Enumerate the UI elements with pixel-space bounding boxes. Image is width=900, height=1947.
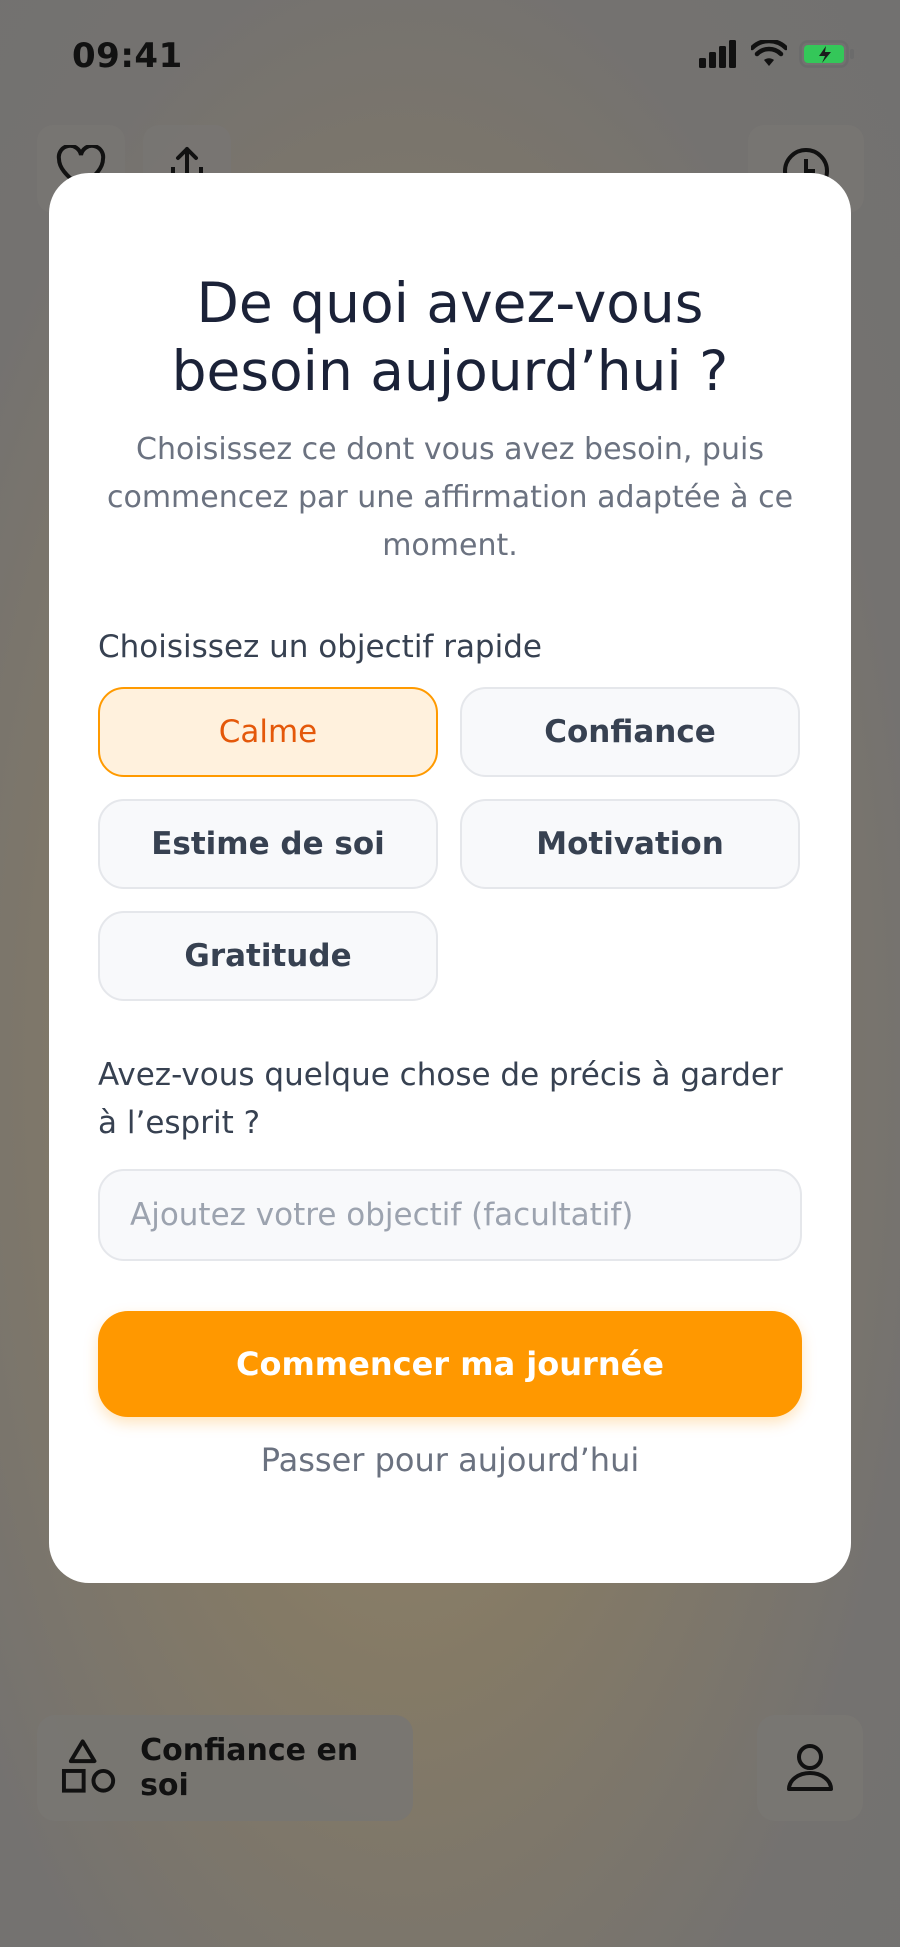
goal-chip-calme[interactable]: Calme [98, 687, 438, 777]
status-icons [699, 40, 855, 68]
battery-charging-icon [799, 40, 854, 68]
signal-icon [699, 40, 736, 68]
profile-button[interactable] [757, 1715, 863, 1821]
status-time: 09:41 [72, 36, 183, 76]
goal-chip-motivation[interactable]: Motivation [460, 799, 800, 889]
quick-goal-label: Choisissez un objectif rapide [98, 629, 542, 665]
goal-chip-gratitude[interactable]: Gratitude [98, 911, 438, 1001]
modal-subtitle: Choisissez ce dont vous avez besoin, pui… [106, 432, 794, 563]
category-button[interactable]: Confiance en soi [37, 1715, 413, 1821]
precise-goal-label: Avez-vous quelque chose de précis à gard… [98, 1057, 783, 1141]
category-label: Confiance en soi [140, 1733, 359, 1803]
goal-chip-estime-de-soi[interactable]: Estime de soi [98, 799, 438, 889]
goal-input[interactable]: Ajoutez votre objectif (facultatif) [98, 1169, 802, 1261]
shapes-icon [61, 1739, 116, 1793]
modal-title: De quoi avez-vous besoin aujourd’hui ? [171, 271, 729, 403]
goal-modal: De quoi avez-vous besoin aujourd’hui ? C… [49, 173, 851, 1583]
status-bar: 09:41 [0, 0, 900, 115]
skip-today-link[interactable]: Passer pour aujourd’hui [49, 1441, 851, 1479]
profile-icon [787, 1744, 833, 1791]
goal-chip-confiance[interactable]: Confiance [460, 687, 800, 777]
wifi-icon [751, 40, 787, 66]
start-day-button[interactable]: Commencer ma journée [98, 1311, 802, 1417]
